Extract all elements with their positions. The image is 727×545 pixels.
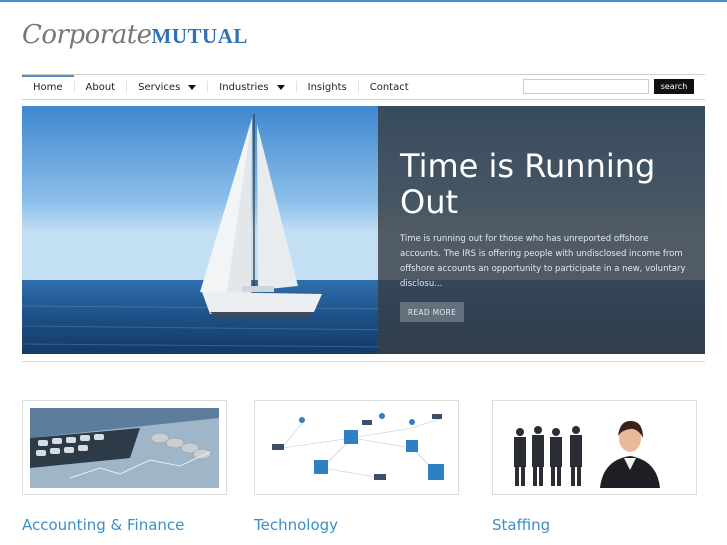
nav-label: About [85, 81, 116, 93]
card-title-staffing[interactable]: Staffing [492, 516, 550, 534]
network-computers-image [262, 408, 451, 488]
nav-label: Contact [369, 81, 409, 93]
nav-item-services[interactable]: Services [127, 75, 207, 99]
nav-item-about[interactable]: About [75, 75, 127, 99]
search-button[interactable]: search [654, 79, 694, 94]
card-title-accounting-finance[interactable]: Accounting & Finance [22, 516, 184, 534]
hero-title: Time is Running Out [400, 147, 656, 221]
nav-label: Insights [307, 81, 347, 93]
logo-script-text: Corporate [22, 20, 152, 50]
nav-item-contact[interactable]: Contact [359, 75, 420, 99]
card-accounting-finance[interactable] [22, 400, 227, 495]
card-title-technology[interactable]: Technology [254, 516, 338, 534]
nav-label: Services [138, 81, 181, 93]
section-divider [22, 361, 705, 362]
nav-item-home[interactable]: Home [22, 74, 74, 99]
card-technology[interactable] [254, 400, 459, 495]
caret-down-icon [188, 84, 197, 90]
hero-description: Time is running out for those who has un… [400, 234, 686, 289]
hero-slider: Time is Running Out Time is running out … [22, 106, 705, 354]
caret-down-icon [276, 84, 285, 90]
site-logo[interactable]: CorporateMUTUAL [22, 20, 248, 54]
main-navigation-bar: Home About Services Industries Insights … [22, 74, 705, 100]
nav-item-industries[interactable]: Industries [208, 75, 295, 99]
nav-menu: Home About Services Industries Insights … [22, 74, 420, 99]
nav-item-insights[interactable]: Insights [297, 75, 358, 99]
top-accent-line [0, 0, 727, 2]
card-staffing[interactable] [492, 400, 697, 495]
logo-brand-text: MUTUAL [151, 24, 248, 48]
read-more-button[interactable]: READ MORE [400, 302, 464, 322]
nav-label: Home [33, 82, 63, 93]
search-input[interactable] [523, 79, 649, 94]
business-people-image [500, 408, 689, 488]
nav-label: Industries [219, 81, 269, 93]
calculator-coins-image [30, 408, 219, 488]
